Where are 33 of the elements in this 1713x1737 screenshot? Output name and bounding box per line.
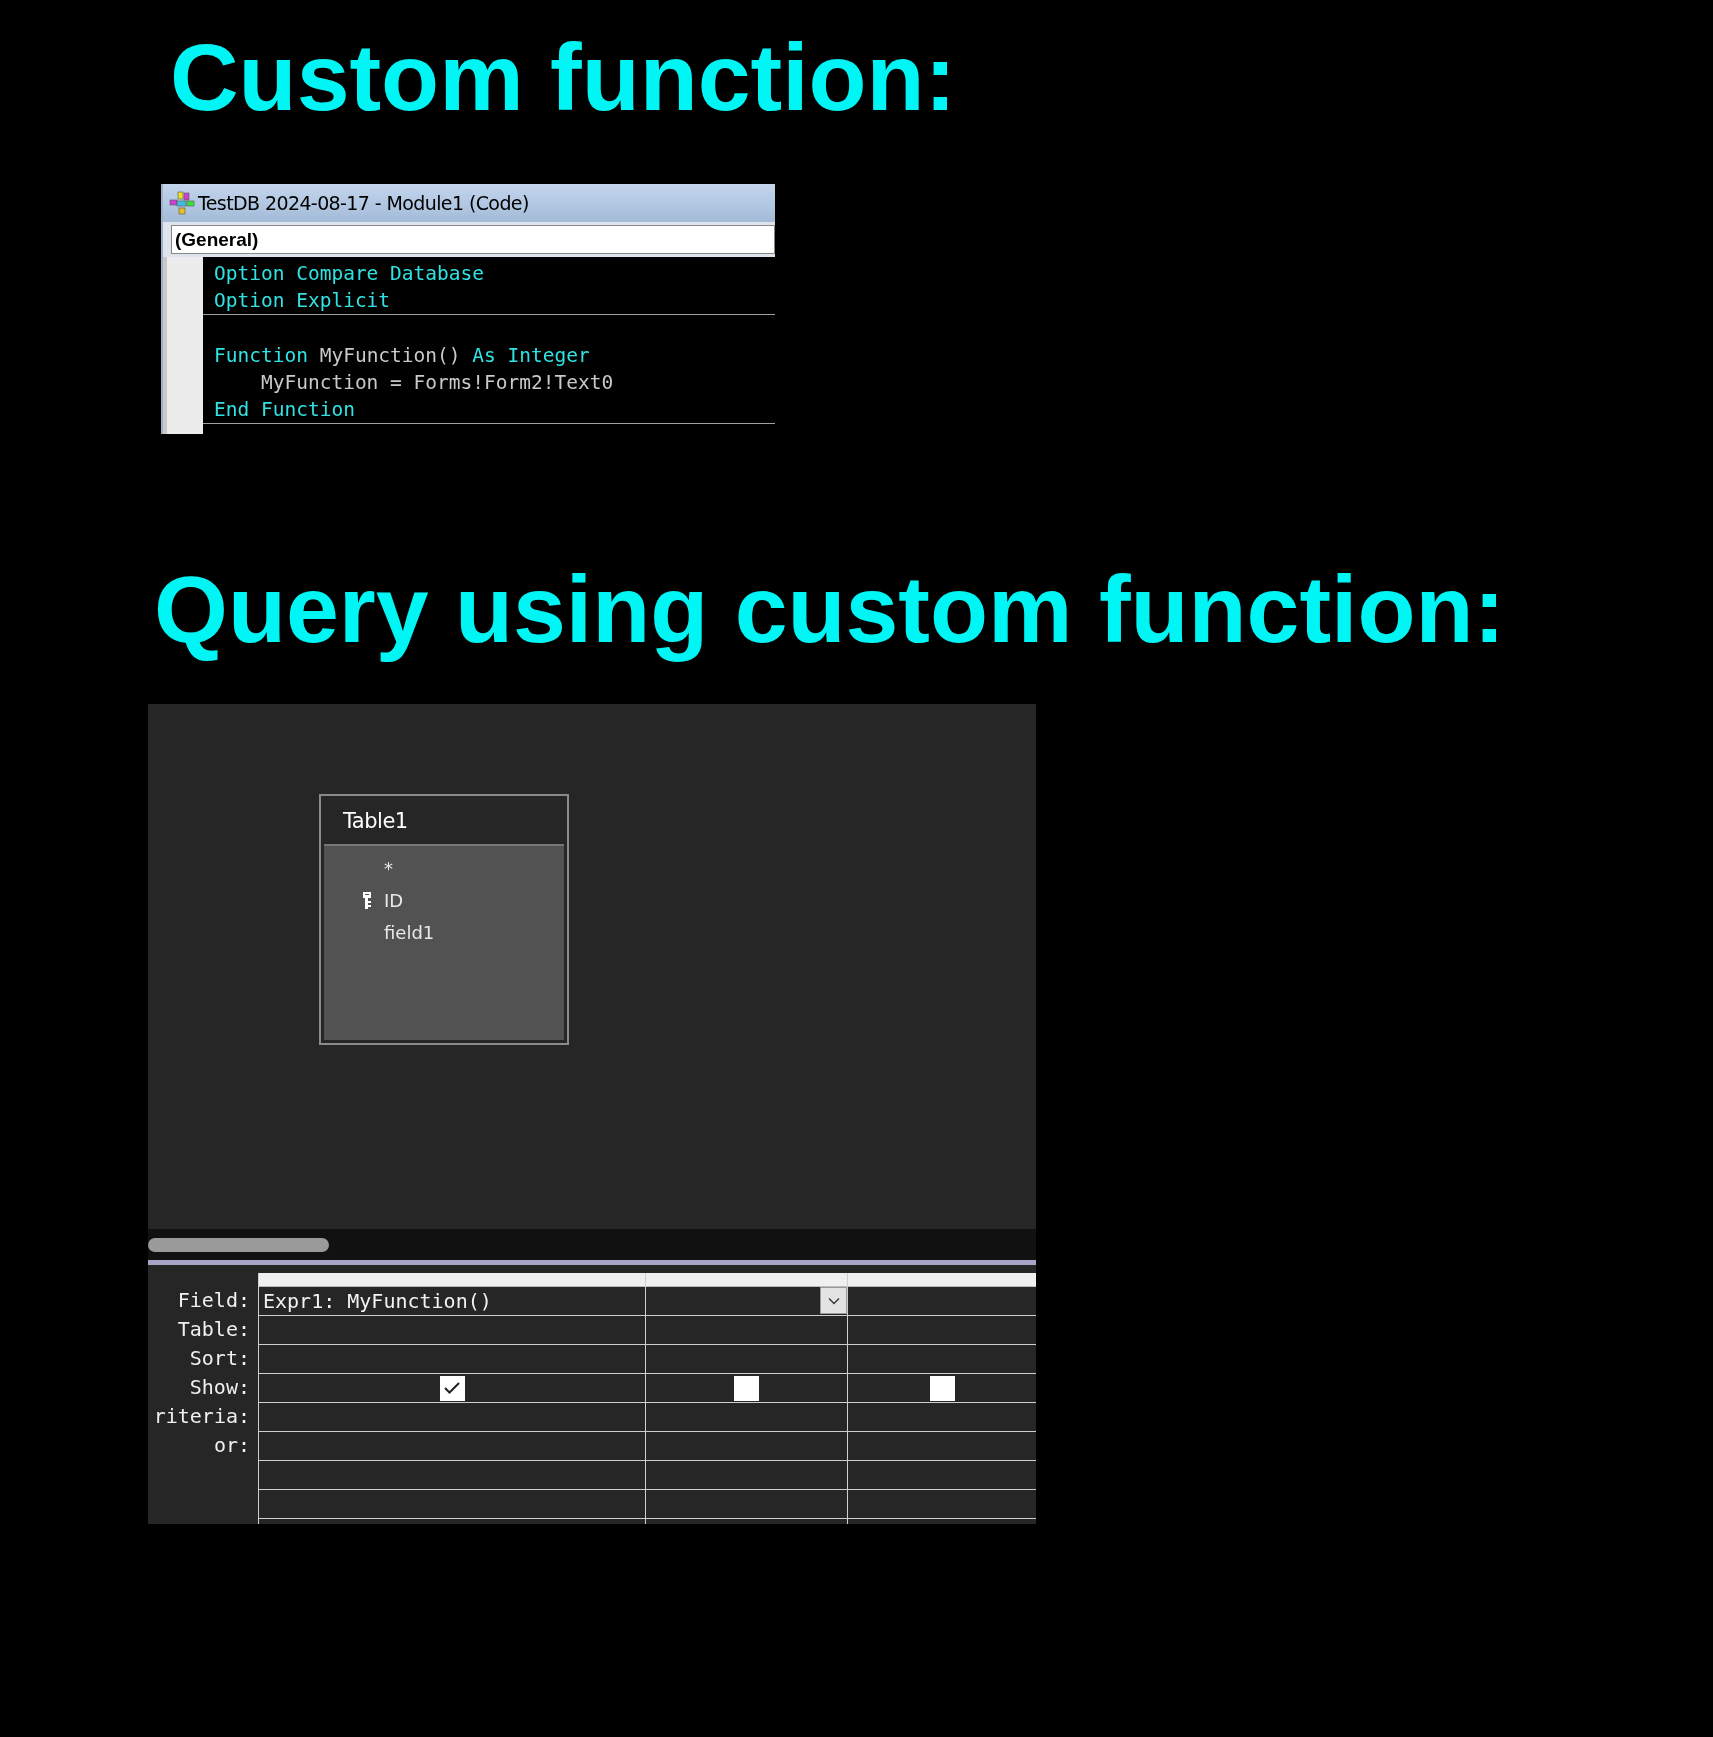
- row-label: Table:: [176, 1316, 251, 1343]
- row-label: Show:: [188, 1374, 251, 1401]
- code-keyword: Option Explicit: [214, 289, 391, 312]
- table-field-list[interactable]: Table1 * ID field1: [319, 794, 569, 1045]
- field-name[interactable]: *: [384, 857, 393, 879]
- code-text: MyFunction = Forms!Form2!Text0: [259, 371, 614, 394]
- code-keyword: As Integer: [472, 344, 590, 367]
- row-label: or:: [212, 1432, 251, 1459]
- field-expression: Expr1: MyFunction(): [262, 1289, 492, 1313]
- row-label: Field:: [176, 1287, 251, 1314]
- show-checkbox[interactable]: [929, 1375, 955, 1401]
- page-heading: Custom function:: [170, 23, 957, 132]
- field-cell[interactable]: Expr1: MyFunction(): [259, 1287, 645, 1316]
- dropdown-button[interactable]: [820, 1287, 847, 1314]
- checkmark-icon: [443, 1381, 461, 1395]
- field-name[interactable]: ID: [384, 889, 404, 911]
- window-title: TestDB 2024-08-17 - Module1 (Code): [198, 192, 529, 214]
- show-checkbox[interactable]: [439, 1375, 465, 1401]
- row-label: Sort:: [188, 1345, 251, 1372]
- module-icon: [169, 191, 195, 215]
- field-name[interactable]: field1: [384, 921, 435, 943]
- code-keyword: End Function: [214, 398, 355, 421]
- code-text: MyFunction(): [319, 344, 462, 367]
- code-keyword: Function: [214, 344, 309, 367]
- scrollbar-thumb[interactable]: [148, 1237, 329, 1252]
- object-dropdown[interactable]: (General): [171, 225, 775, 254]
- code-keyword: Option Compare Database: [214, 262, 485, 285]
- code-editor[interactable]: Option Compare Database Option Explicit Function MyFunction() As Integer MyFunction = Forms!Form2!Text0 End Function: [203, 257, 775, 434]
- chevron-down-icon: [827, 1296, 840, 1305]
- show-checkbox[interactable]: [734, 1375, 759, 1401]
- field-cell[interactable]: [646, 1287, 847, 1316]
- page-heading: Query using custom function:: [154, 555, 1506, 664]
- row-label: riteria:: [152, 1403, 251, 1430]
